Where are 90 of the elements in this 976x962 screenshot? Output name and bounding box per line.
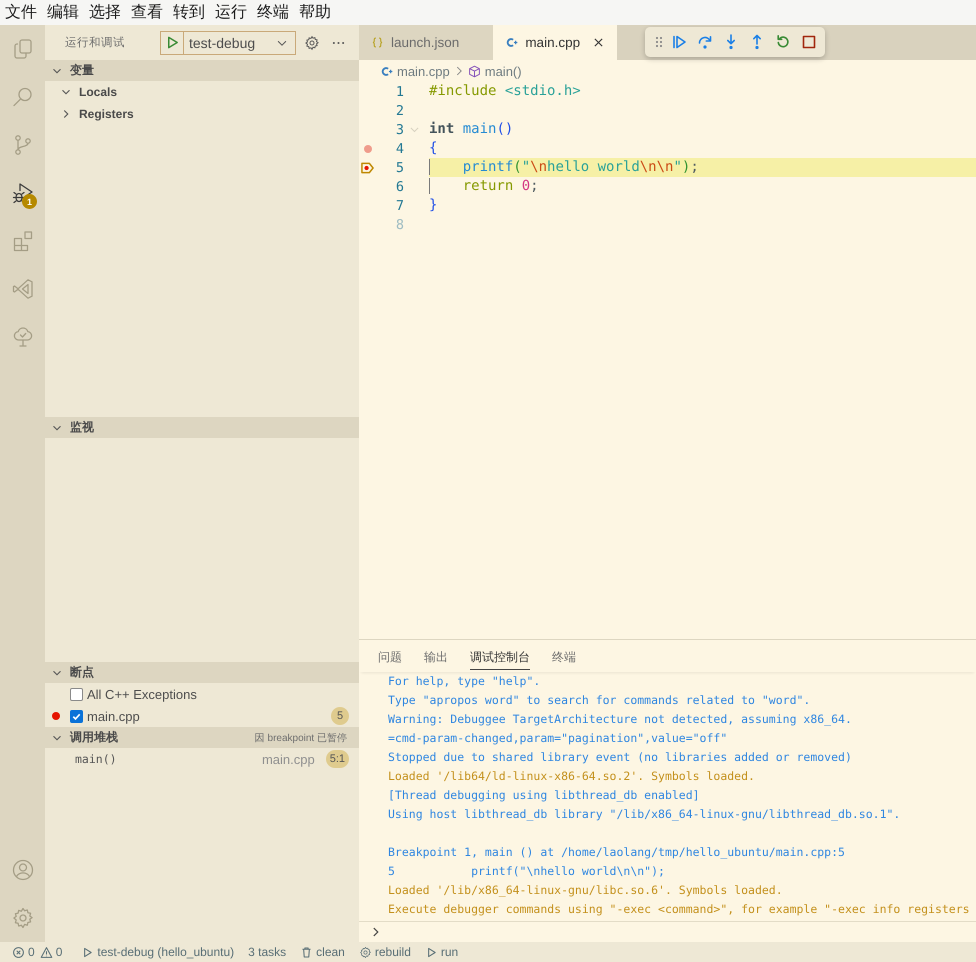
section-header[interactable]: 监视	[45, 417, 359, 438]
menu-item[interactable]: 选择	[89, 2, 121, 22]
status-item[interactable]: clean	[300, 945, 345, 959]
play-bug-icon[interactable]	[10, 181, 34, 205]
tree-item[interactable]: Registers	[45, 103, 359, 125]
close-icon[interactable]	[592, 36, 606, 49]
warning-count[interactable]: 0	[56, 945, 62, 959]
step-over-icon[interactable]	[697, 34, 713, 50]
c-plus-icon	[505, 36, 518, 49]
console-line: Type "apropos word" to search for commands related to "word".	[388, 692, 812, 709]
more-icon[interactable]	[332, 40, 345, 44]
status-item[interactable]: run	[424, 945, 458, 959]
line-number: 6	[394, 178, 404, 194]
breadcrumb-item[interactable]: main()	[468, 64, 522, 78]
panel-tab[interactable]: 问题	[378, 645, 402, 670]
play-icon	[81, 946, 94, 958]
console-line: [Thread debugging using libthread_db enabled]	[388, 787, 701, 804]
pause-status: 因 breakpoint 已暂停	[254, 727, 359, 748]
tree-item[interactable]: Locals	[45, 81, 359, 103]
grip-icon[interactable]	[655, 36, 663, 48]
line-number: 5	[394, 160, 404, 176]
console-line: Breakpoint 1, main () at /home/laolang/tmp/hello_ubuntu/main.cpp:5	[388, 844, 846, 861]
code-line: {	[429, 139, 438, 158]
position-badge: 5:1	[326, 750, 349, 768]
notification-badge: 1	[22, 194, 37, 209]
section-header[interactable]: 调用堆栈	[45, 727, 255, 748]
console-line: Using host libthread_db library "/lib/x86_64-linux-gnu/libthread_db.so.1".	[388, 806, 902, 823]
section-header[interactable]: 断点	[45, 662, 359, 683]
cube-icon	[468, 64, 481, 78]
checkbox[interactable]	[70, 710, 83, 722]
error-count[interactable]: 0	[28, 945, 35, 959]
console-line: 5 printf("\nhello world\n\n");	[388, 863, 666, 880]
code-line: int main()	[429, 120, 514, 139]
panel-tab[interactable]: 输出	[424, 645, 448, 670]
menu-item[interactable]: 终端	[257, 2, 289, 22]
line-number: 7	[394, 198, 404, 214]
tree-check-icon[interactable]	[10, 325, 34, 349]
line-number: 1	[394, 84, 404, 100]
breakpoint-label[interactable]: main.cpp	[87, 708, 331, 724]
menu-item[interactable]: 编辑	[47, 2, 79, 22]
menu-item[interactable]: 文件	[5, 2, 37, 22]
console-line: For help, type "help".	[388, 673, 542, 690]
code-line: return 0;	[429, 177, 976, 196]
sidebar-title: 运行和调试	[65, 36, 126, 50]
continue-icon[interactable]	[671, 34, 687, 50]
start-debug-button[interactable]	[160, 30, 184, 54]
line-number: 2	[394, 102, 404, 118]
restart-icon[interactable]	[775, 34, 791, 50]
line-number: 8	[394, 216, 404, 232]
panel-tab[interactable]: 调试控制台	[470, 645, 530, 670]
line-number: 3	[394, 122, 404, 138]
console-line: Warning: Debuggee TargetArchitecture not detected, assuming x86_64.	[388, 711, 853, 728]
checkbox[interactable]	[70, 688, 83, 700]
braces-icon	[371, 36, 384, 49]
breakpoint-label[interactable]: All C++ Exceptions	[87, 686, 349, 702]
breadcrumb-item[interactable]: main.cpp	[380, 64, 450, 78]
line-number: 4	[394, 140, 404, 156]
error-icon[interactable]	[12, 946, 25, 958]
console-line: Loaded '/lib64/ld-linux-x86-64.so.2'. Symbols loaded.	[388, 768, 756, 785]
status-item[interactable]: test-debug (hello_ubuntu)	[81, 945, 234, 959]
ribbon-logo-icon[interactable]	[10, 277, 34, 301]
stop-icon[interactable]	[801, 34, 817, 50]
code-line: }	[429, 196, 438, 215]
frame-name[interactable]: main()	[75, 752, 262, 766]
trash-icon	[300, 946, 314, 958]
account-icon[interactable]	[10, 858, 34, 882]
console-line: =cmd-param-changed,param="pagination",value="off"	[388, 730, 728, 747]
status-item[interactable]: rebuild	[358, 945, 411, 959]
breakpoint-icon	[52, 712, 60, 720]
console-line: Execute debugger commands using "-exec <command>", for example "-exec info registers	[388, 901, 971, 918]
menu-item[interactable]: 查看	[131, 2, 163, 22]
line-badge: 5	[331, 707, 349, 725]
section-header[interactable]: 变量	[45, 60, 359, 81]
warning-icon[interactable]	[40, 946, 53, 958]
gear-icon	[358, 946, 372, 958]
menu-item[interactable]: 运行	[215, 2, 247, 22]
settings-icon[interactable]	[304, 34, 320, 50]
frame-file: main.cpp	[262, 752, 315, 766]
code-line: #include <stdio.h>	[429, 82, 582, 101]
c-plus-icon	[380, 64, 393, 78]
console-line: Loaded '/lib/x86_64-linux-gnu/libc.so.6'. Symbols loaded.	[388, 882, 784, 899]
search-icon[interactable]	[10, 85, 34, 109]
panel-tab[interactable]: 终端	[552, 645, 576, 670]
menu-item[interactable]: 帮助	[299, 2, 331, 22]
editor-tab[interactable]: main.cpp	[493, 25, 618, 60]
menu-item[interactable]: 转到	[173, 2, 205, 22]
editor-tab[interactable]: launch.json	[359, 25, 494, 60]
status-item[interactable]: 3 tasks	[248, 945, 286, 959]
console-line: Stopped due to shared library event (no libraries added or removed)	[388, 749, 853, 766]
config-select[interactable]: test-debug	[184, 30, 296, 54]
